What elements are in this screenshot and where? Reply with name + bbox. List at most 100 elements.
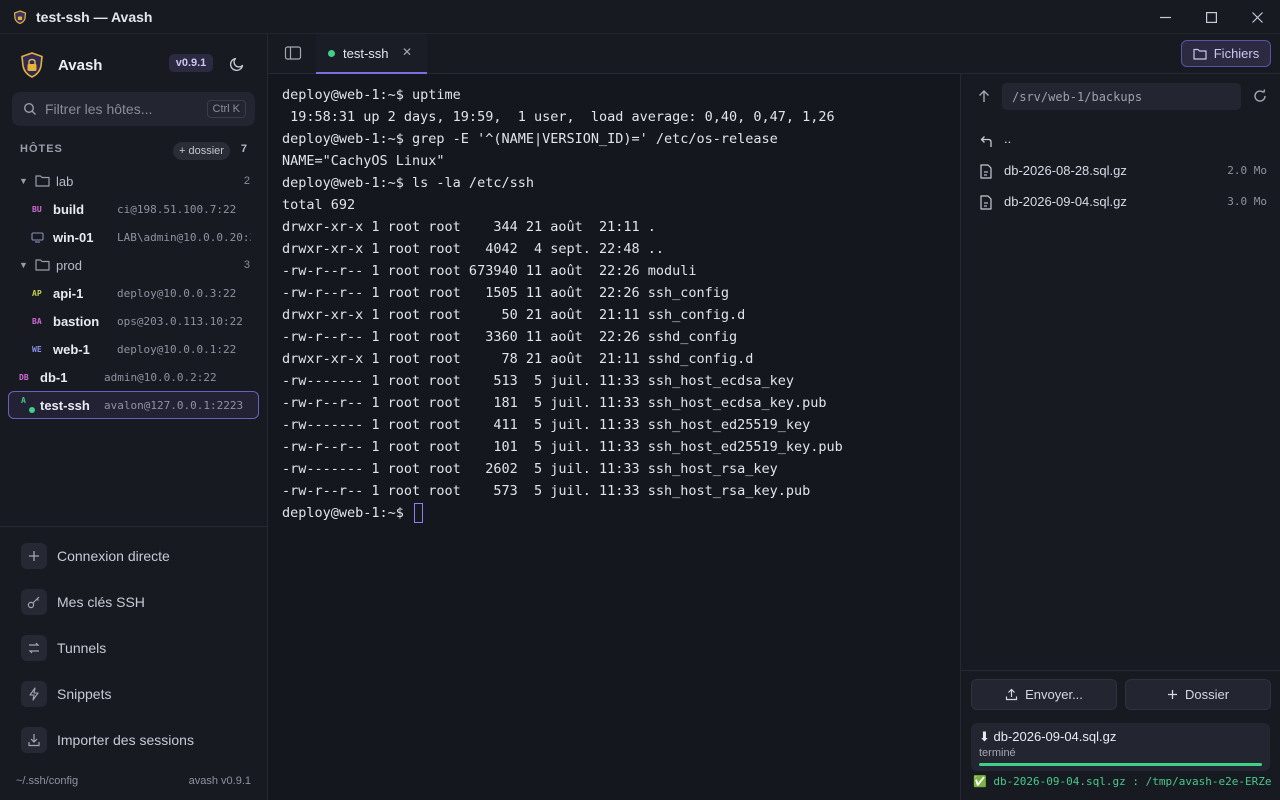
nav-snippets[interactable]: Snippets xyxy=(21,681,111,707)
folder-icon xyxy=(35,259,50,271)
close-tab-icon[interactable]: ✕ xyxy=(402,45,412,59)
connected-status-dot xyxy=(328,50,335,57)
tab-test-ssh[interactable]: test-ssh ✕ xyxy=(316,34,427,74)
monitor-icon xyxy=(31,232,44,243)
terminal-line: deploy@web-1:~$ grep -E '^(NAME|VERSION_… xyxy=(282,131,778,147)
nav-import-sessions[interactable]: Importer des sessions xyxy=(21,727,194,753)
host-item-build[interactable]: BU build ci@198.51.100.7:22 xyxy=(8,195,259,223)
sidebar-nav xyxy=(0,526,268,527)
file-name: db-2026-09-04.sql.gz xyxy=(1004,194,1127,209)
folder-prod[interactable]: ▼ prod 3 xyxy=(8,251,259,279)
nav-label: Importer des sessions xyxy=(57,732,194,748)
window-title: test-ssh — Avash xyxy=(36,8,153,25)
arrow-up-icon[interactable] xyxy=(977,88,991,104)
file-row[interactable]: db-2026-09-04.sql.gz 3.0 Mo xyxy=(961,187,1280,217)
nav-ssh-keys[interactable]: Mes clés SSH xyxy=(21,589,145,615)
nav-tunnels[interactable]: Tunnels xyxy=(21,635,106,661)
file-panel: /srv/web-1/backups .. db-2026-08-28.sql.… xyxy=(960,74,1280,800)
host-name: win-01 xyxy=(53,229,94,245)
file-row-parent[interactable]: .. xyxy=(961,126,1280,156)
tab-label: test-ssh xyxy=(343,46,389,61)
sidebar-toggle-icon[interactable] xyxy=(284,44,302,62)
maximize-button[interactable] xyxy=(1188,0,1234,34)
terminal-line: -rw-r--r-- 1 root root 181 5 juil. 11:33… xyxy=(282,395,827,411)
file-row[interactable]: db-2026-08-28.sql.gz 2.0 Mo xyxy=(961,156,1280,186)
search-icon xyxy=(23,102,36,115)
title-bar: test-ssh — Avash xyxy=(0,0,1280,34)
host-name: test-ssh xyxy=(40,397,90,413)
hosts-count: 7 xyxy=(240,143,247,155)
host-tag: A xyxy=(21,396,26,405)
plus-icon xyxy=(1167,690,1177,699)
folder-icon xyxy=(35,175,50,187)
add-folder-button[interactable]: + dossier xyxy=(173,142,230,160)
app-logo-icon xyxy=(21,52,43,78)
plus-icon xyxy=(21,543,47,569)
window-controls xyxy=(1142,0,1280,34)
path-field[interactable]: /srv/web-1/backups xyxy=(1002,83,1241,110)
transfer-card: ⬇ db-2026-09-04.sql.gz terminé xyxy=(971,723,1270,771)
upload-icon xyxy=(1005,688,1018,701)
files-button[interactable]: Fichiers xyxy=(1181,40,1271,67)
folder-count: 2 xyxy=(243,175,250,187)
folder-name: prod xyxy=(56,257,83,273)
terminal-prompt: deploy@web-1:~$ xyxy=(282,505,413,521)
terminal-line: NAME="CachyOS Linux" xyxy=(282,153,445,169)
nav-direct-connection[interactable]: Connexion directe xyxy=(21,543,170,569)
minimize-button[interactable] xyxy=(1142,0,1188,34)
transfer-progress-bar xyxy=(979,763,1262,766)
search-input[interactable] xyxy=(45,101,195,117)
upload-button[interactable]: Envoyer... xyxy=(971,679,1117,710)
terminal-line: -rw------- 1 root root 2602 5 juil. 11:3… xyxy=(282,461,778,477)
folder-lab[interactable]: ▼ lab 2 xyxy=(8,167,259,195)
new-folder-button[interactable]: Dossier xyxy=(1125,679,1271,710)
app-version: avash v0.9.1 xyxy=(188,775,251,787)
host-item-win-01[interactable]: win-01 LAB\admin@10.0.0.20:3389 xyxy=(8,223,259,251)
host-item-test-ssh[interactable]: A test-ssh avalon@127.0.0.1:2223 xyxy=(8,391,259,419)
host-item-bastion[interactable]: BA bastion ops@203.0.113.10:22 xyxy=(8,307,259,335)
host-item-db-1[interactable]: DB db-1 admin@10.0.0.2:22 xyxy=(8,363,259,391)
file-name: db-2026-08-28.sql.gz xyxy=(1004,163,1127,178)
host-address: avalon@127.0.0.1:2223 xyxy=(104,398,244,412)
refresh-icon[interactable] xyxy=(1252,88,1268,104)
close-icon xyxy=(1251,11,1263,23)
config-path: ~/.ssh/config xyxy=(16,775,79,787)
host-tag: DB xyxy=(19,372,29,382)
terminal[interactable]: deploy@web-1:~$ uptime 19:58:31 up 2 day… xyxy=(268,74,960,800)
terminal-line: drwxr-xr-x 1 root root 78 21 août 21:11 … xyxy=(282,351,754,367)
theme-toggle-button[interactable] xyxy=(227,53,247,73)
nav-label: Tunnels xyxy=(57,640,107,656)
host-name: web-1 xyxy=(53,341,90,357)
host-item-web-1[interactable]: WE web-1 deploy@10.0.0.1:22 xyxy=(8,335,259,363)
terminal-line: -rw-r--r-- 1 root root 1505 11 août 22:2… xyxy=(282,285,730,301)
folder-name: lab xyxy=(56,173,74,189)
host-name: api-1 xyxy=(53,285,84,301)
app-name: Avash xyxy=(58,56,103,74)
nav-label: Snippets xyxy=(57,686,112,702)
chevron-down-icon: ▼ xyxy=(19,176,28,186)
terminal-cursor xyxy=(414,503,424,523)
nav-label: Mes clés SSH xyxy=(57,594,145,610)
transfer-message: ✅ db-2026-09-04.sql.gz : /tmp/avash-e2e-… xyxy=(973,775,1271,788)
host-address: LAB\admin@10.0.0.20:3389 xyxy=(117,230,251,244)
terminal-line: drwxr-xr-x 1 root root 344 21 août 21:11… xyxy=(282,219,656,235)
files-button-label: Fichiers xyxy=(1213,46,1260,61)
chevron-down-icon: ▼ xyxy=(19,260,28,270)
host-item-api-1[interactable]: AP api-1 deploy@10.0.0.3:22 xyxy=(8,279,259,307)
terminal-line: drwxr-xr-x 1 root root 4042 4 sept. 22:4… xyxy=(282,241,665,257)
moon-icon xyxy=(229,57,243,71)
folder-count: 3 xyxy=(243,259,250,271)
terminal-line: -rw-r--r-- 1 root root 3360 11 août 22:2… xyxy=(282,329,738,345)
maximize-icon xyxy=(1205,11,1217,23)
file-icon xyxy=(980,195,992,210)
host-tag: AP xyxy=(32,288,42,298)
bolt-icon xyxy=(21,681,47,707)
host-name: bastion xyxy=(53,313,100,329)
import-icon xyxy=(21,727,47,753)
key-icon xyxy=(21,589,47,615)
close-window-button[interactable] xyxy=(1234,0,1280,34)
file-size: 2.0 Mo xyxy=(1227,164,1267,177)
file-size: 3.0 Mo xyxy=(1227,195,1267,208)
hosts-header-label: HÔTES xyxy=(20,143,63,155)
transfer-title: ⬇ db-2026-09-04.sql.gz xyxy=(979,729,1117,744)
